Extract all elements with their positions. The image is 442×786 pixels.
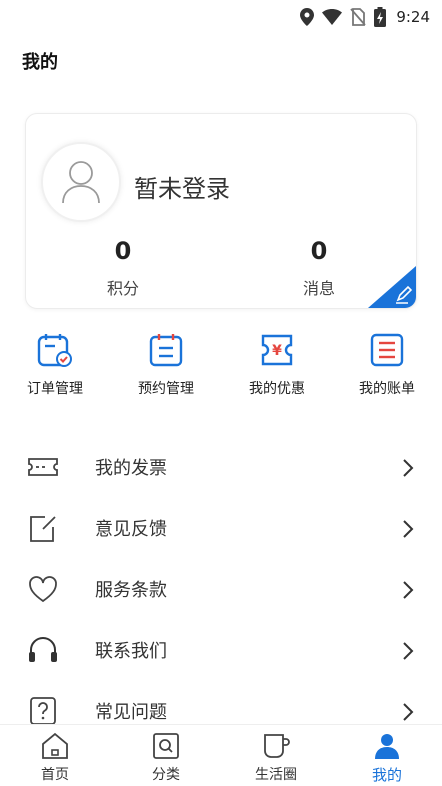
question-icon: [30, 697, 56, 725]
location-icon: [300, 8, 315, 26]
quick-action-label: 我的优惠: [249, 381, 305, 397]
bill-list-icon: [370, 333, 404, 367]
bottom-tab-bar: 首页 分类 生活圈 我的: [0, 724, 442, 786]
chevron-right-icon: [403, 520, 414, 538]
chevron-right-icon: [403, 703, 414, 721]
tab-label: 生活圈: [255, 767, 297, 783]
points-label: 积分: [106, 279, 139, 298]
category-search-icon: [153, 733, 179, 759]
login-status-text[interactable]: 暂未登录: [134, 169, 230, 204]
headphones-icon: [29, 637, 57, 662]
points-stat[interactable]: 0 积分: [63, 237, 183, 299]
tab-life-circle[interactable]: 生活圈: [236, 731, 316, 784]
chevron-right-icon: [403, 642, 414, 660]
menu-item-label: 意见反馈: [95, 519, 167, 540]
tab-mine[interactable]: 我的: [347, 731, 427, 785]
quick-action-label: 预约管理: [138, 381, 194, 397]
quick-actions: 订单管理 预约管理 ¥ 我的优惠 我的账单: [0, 332, 442, 402]
heart-icon: [29, 576, 57, 603]
quick-action-coupons[interactable]: ¥ 我的优惠: [237, 332, 317, 398]
page-title: 我的: [22, 52, 58, 73]
quick-action-label: 订单管理: [27, 381, 83, 397]
quick-action-orders[interactable]: 订单管理: [15, 332, 95, 398]
wifi-icon: [322, 9, 343, 25]
tab-category[interactable]: 分类: [126, 731, 206, 784]
messages-stat[interactable]: 0 消息: [259, 237, 379, 299]
appointment-calendar-icon: [149, 334, 183, 367]
menu-item-label: 常见问题: [95, 702, 167, 723]
menu-item-invoices[interactable]: 我的发票: [0, 438, 442, 499]
tab-label: 我的: [371, 766, 402, 784]
profile-card[interactable]: 暂未登录 0 积分 0 消息: [25, 113, 417, 309]
quick-action-bills[interactable]: 我的账单: [347, 332, 427, 398]
menu-item-terms[interactable]: 服务条款: [0, 560, 442, 621]
invoice-icon: [28, 458, 58, 476]
quick-action-appointments[interactable]: 预约管理: [126, 332, 206, 398]
menu-item-feedback[interactable]: 意见反馈: [0, 499, 442, 560]
tab-home[interactable]: 首页: [15, 731, 95, 784]
cup-icon: [264, 734, 290, 758]
user-outline-icon: [62, 161, 100, 204]
battery-charging-icon: [374, 7, 387, 27]
menu-item-label: 我的发票: [95, 458, 167, 479]
home-icon: [42, 732, 68, 759]
menu-item-label: 联系我们: [95, 641, 167, 662]
menu-item-contact[interactable]: 联系我们: [0, 621, 442, 682]
user-icon: [375, 734, 399, 759]
order-calendar-icon: [37, 334, 72, 367]
svg-text:¥: ¥: [272, 343, 282, 359]
chevron-right-icon: [403, 459, 414, 477]
messages-label: 消息: [302, 279, 335, 298]
tab-label: 分类: [152, 767, 180, 783]
coupon-yen-icon: ¥: [261, 334, 293, 366]
feedback-edit-icon: [30, 516, 56, 542]
menu-item-label: 服务条款: [95, 580, 167, 601]
status-bar: 9:24: [0, 0, 442, 34]
no-sim-icon: [350, 8, 366, 26]
chevron-right-icon: [403, 581, 414, 599]
status-time: 9:24: [396, 8, 430, 26]
points-value: 0: [114, 237, 132, 265]
quick-action-label: 我的账单: [359, 381, 415, 397]
status-icons: 9:24: [300, 6, 430, 28]
edit-profile-icon[interactable]: [368, 266, 416, 308]
menu-list: 我的发票 意见反馈 服务条款 联系我们 常见问题: [0, 438, 442, 743]
messages-value: 0: [310, 237, 328, 265]
tab-label: 首页: [41, 767, 69, 783]
avatar[interactable]: [41, 142, 121, 222]
